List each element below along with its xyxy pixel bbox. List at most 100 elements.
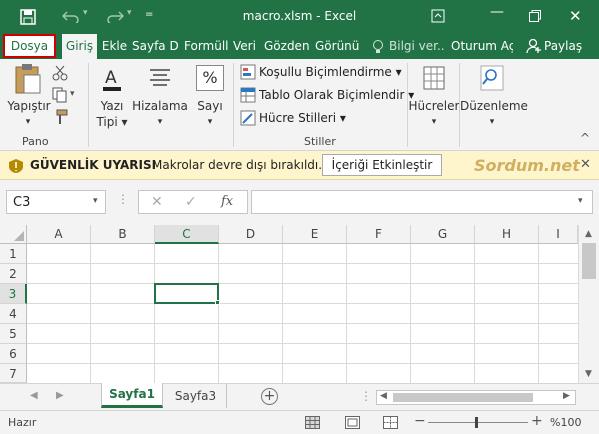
scroll-left-icon[interactable]: ◀ xyxy=(380,391,387,401)
name-box-dropdown-icon[interactable]: ▾ xyxy=(93,196,98,206)
copy-dropdown-icon[interactable]: ▾ xyxy=(70,89,75,99)
tab-splitter-icon[interactable]: ⋮ xyxy=(360,389,372,403)
sign-in-link[interactable]: Oturum Aç xyxy=(451,34,513,59)
sheet-tab-sayfa3[interactable]: Sayfa3 xyxy=(165,384,227,408)
close-icon[interactable]: ✕ xyxy=(569,7,582,25)
cell-styles-icon[interactable] xyxy=(240,110,256,126)
minimize-icon[interactable]: — xyxy=(490,4,504,20)
tell-me-box[interactable]: Bilgi ver.. xyxy=(389,34,444,59)
column-header-e[interactable]: E xyxy=(283,225,347,244)
name-box[interactable]: C3 ▾ xyxy=(6,190,106,214)
tab-insert[interactable]: Ekle xyxy=(100,34,129,59)
editing-dropdown-icon: ▾ xyxy=(489,117,495,127)
select-all-triangle-icon xyxy=(14,231,24,241)
number-button[interactable]: % Sayı ▾ xyxy=(192,63,228,133)
restore-icon[interactable] xyxy=(529,10,541,22)
zoom-slider[interactable] xyxy=(428,422,528,423)
zoom-in-icon[interactable]: + xyxy=(531,413,543,429)
select-all-button[interactable] xyxy=(0,225,27,244)
column-header-h[interactable]: H xyxy=(475,225,539,244)
status-text: Hazır xyxy=(8,416,37,429)
tab-review[interactable]: Gözden xyxy=(264,34,310,59)
row-header-5[interactable]: 5 xyxy=(0,324,27,344)
lightbulb-icon[interactable] xyxy=(372,39,384,55)
format-painter-icon[interactable] xyxy=(52,109,68,125)
ribbon-display-icon[interactable] xyxy=(431,9,445,23)
cells-label: Hücreler xyxy=(408,99,460,113)
conditional-formatting-icon[interactable] xyxy=(240,64,256,80)
cancel-icon[interactable]: ✕ xyxy=(151,194,163,210)
close-message-icon[interactable]: ✕ xyxy=(580,157,591,172)
formula-bar: C3 ▾ ⋮ ✕ ✓ fx ▾ xyxy=(0,180,599,225)
zoom-slider-thumb[interactable] xyxy=(475,417,478,428)
security-warning-title: GÜVENLİK UYARISI xyxy=(30,158,157,172)
vertical-scrollbar[interactable]: ▲ ▼ xyxy=(578,225,599,383)
column-header-d[interactable]: D xyxy=(219,225,283,244)
sheet-tab-sayfa1[interactable]: Sayfa1 xyxy=(101,383,163,408)
editing-button[interactable]: Düzenleme ▾ xyxy=(460,63,528,133)
prev-sheet-icon[interactable]: ◀ xyxy=(30,390,38,401)
column-header-b[interactable]: B xyxy=(91,225,155,244)
tab-file[interactable]: Dosya xyxy=(3,34,56,58)
format-as-table-button[interactable]: Tablo Olarak Biçimlendir ▾ xyxy=(259,88,414,102)
collapse-ribbon-icon[interactable]: ^ xyxy=(580,131,590,145)
scroll-up-icon[interactable]: ▲ xyxy=(585,229,592,239)
column-header-g[interactable]: G xyxy=(411,225,475,244)
row-header-4[interactable]: 4 xyxy=(0,304,27,324)
name-box-value: C3 xyxy=(13,195,31,210)
column-header-f[interactable]: F xyxy=(347,225,411,244)
row-header-1[interactable]: 1 xyxy=(0,244,27,264)
scroll-right-icon[interactable]: ▶ xyxy=(563,391,570,401)
cell-styles-button[interactable]: Hücre Stilleri ▾ xyxy=(259,111,346,125)
horizontal-scrollbar[interactable]: ◀ ▶ xyxy=(376,390,576,405)
tab-formulas[interactable]: Formüll xyxy=(184,34,228,59)
page-break-view-icon[interactable] xyxy=(383,416,398,429)
paste-label: Yapıştır xyxy=(7,99,51,113)
conditional-formatting-button[interactable]: Koşullu Biçimlendirme ▾ xyxy=(259,65,402,79)
fill-handle[interactable] xyxy=(215,300,220,305)
cells-button[interactable]: Hücreler ▾ xyxy=(408,63,460,133)
page-layout-view-icon[interactable] xyxy=(345,416,360,429)
worksheet-grid: A B C D E F G H I 1 2 3 4 5 6 7 ▲ ▼ xyxy=(0,225,599,383)
tab-view[interactable]: Görünü xyxy=(315,34,361,59)
align-icon xyxy=(150,69,170,86)
cells-dropdown-icon: ▾ xyxy=(431,117,437,127)
formula-input[interactable]: ▾ xyxy=(251,190,593,214)
tab-page-layout[interactable]: Sayfa Dü xyxy=(132,34,179,59)
alignment-button[interactable]: Hizalama ▾ xyxy=(132,63,188,133)
gridline xyxy=(27,343,578,344)
row-header-2[interactable]: 2 xyxy=(0,264,27,284)
font-button[interactable]: A Yazı Tipi ▾ xyxy=(92,63,132,133)
cut-icon[interactable] xyxy=(52,65,68,81)
normal-view-icon[interactable] xyxy=(305,416,320,429)
share-button[interactable]: Paylaş xyxy=(544,34,594,59)
vertical-scroll-thumb[interactable] xyxy=(582,243,596,279)
scroll-down-icon[interactable]: ▼ xyxy=(585,369,592,379)
ribbon-tabs: Dosya Giriş Ekle Sayfa Dü Formüll Veri G… xyxy=(0,34,599,59)
next-sheet-icon[interactable]: ▶ xyxy=(56,390,64,401)
enter-icon[interactable]: ✓ xyxy=(185,194,197,210)
share-icon[interactable] xyxy=(526,38,542,54)
insert-function-icon[interactable]: fx xyxy=(221,194,233,209)
new-sheet-button[interactable]: + xyxy=(261,388,278,405)
column-header-i[interactable]: I xyxy=(539,225,578,244)
row-header-3[interactable]: 3 xyxy=(0,284,27,304)
tab-data[interactable]: Veri xyxy=(233,34,261,59)
clipboard-group-label: Pano xyxy=(22,135,49,148)
format-as-table-icon[interactable] xyxy=(240,87,256,103)
clipboard-icon xyxy=(15,64,41,94)
column-header-c[interactable]: C xyxy=(155,225,219,244)
paste-dropdown-icon: ▾ xyxy=(25,117,31,127)
tab-home[interactable]: Giriş xyxy=(62,34,97,59)
enable-content-button[interactable]: İçeriği Etkinleştir xyxy=(322,154,442,176)
paste-button[interactable]: Yapıştır ▾ xyxy=(7,63,51,127)
horizontal-scroll-thumb[interactable] xyxy=(393,393,533,402)
copy-icon[interactable] xyxy=(52,87,68,103)
zoom-out-icon[interactable]: − xyxy=(414,413,426,429)
column-header-a[interactable]: A xyxy=(27,225,91,244)
row-header-7[interactable]: 7 xyxy=(0,364,27,383)
active-cell-c3[interactable] xyxy=(154,283,219,304)
expand-formula-icon[interactable]: ▾ xyxy=(578,196,583,206)
zoom-level[interactable]: %100 xyxy=(550,416,581,429)
row-header-6[interactable]: 6 xyxy=(0,344,27,364)
